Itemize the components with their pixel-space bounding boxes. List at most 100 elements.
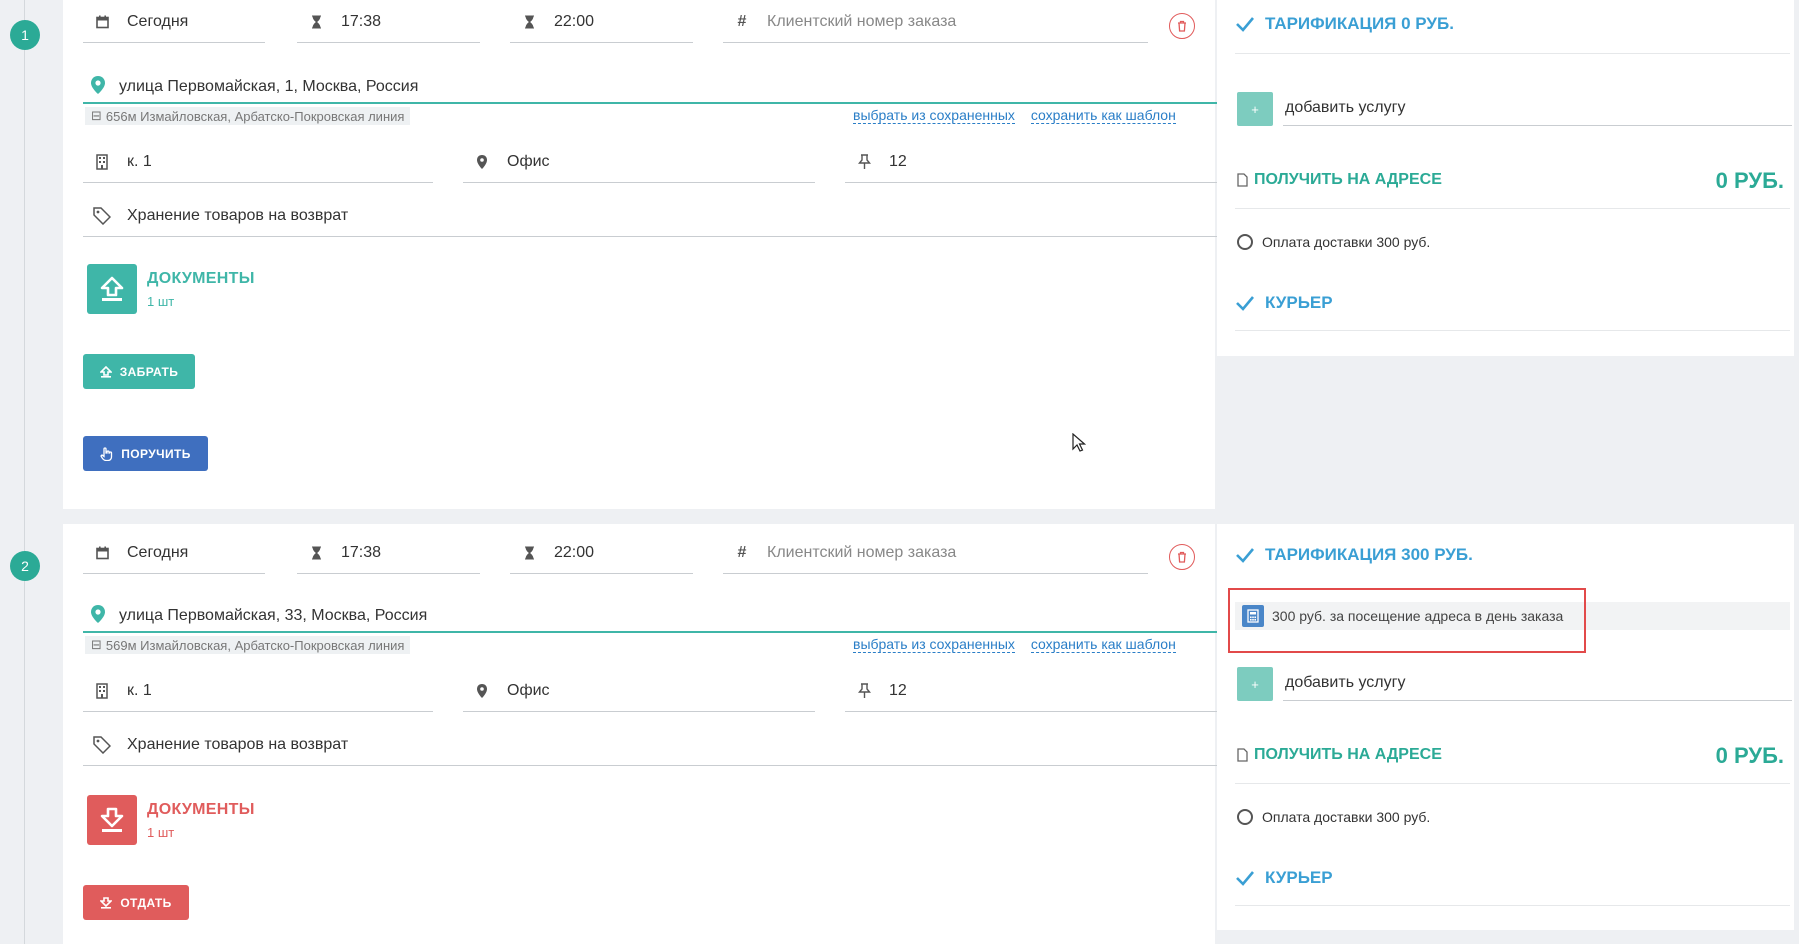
documents-count: 1 шт [147,294,175,309]
time-from-field[interactable]: 17:38 [297,2,480,43]
divider [1235,905,1790,906]
download-icon [100,807,124,832]
divider [1235,330,1790,331]
courier-section[interactable]: КУРЬЕР [1235,868,1333,888]
payment-option-radio[interactable]: Оплата доставки 300 руб. [1237,234,1430,250]
save-template-link[interactable]: сохранить как шаблон [1030,107,1176,124]
mouse-cursor-icon [1072,432,1087,458]
divider [1235,53,1790,54]
highlight-box [1228,588,1586,653]
hourglass-icon [520,546,538,560]
documents-upload-button[interactable] [87,264,137,314]
documents-download-button[interactable] [87,795,137,845]
check-icon [1236,17,1254,32]
location-icon [473,684,491,698]
order-card-1: Сегодня 17:38 22:00 # Клиентский номер з… [63,0,1258,509]
time-to-field[interactable]: 22:00 [510,533,693,574]
hourglass-icon [520,15,538,29]
tariff-panel-1: ТАРИФИКАЦИЯ 0 РУБ. + добавить услугу ПОЛ… [1217,0,1794,356]
map-pin-icon [91,75,105,99]
hourglass-icon [307,15,325,29]
pushpin-icon [855,683,873,699]
address-links: выбрать из сохраненных сохранить как шаб… [841,107,1176,124]
check-icon [1236,548,1254,563]
payment-option-radio[interactable]: Оплата доставки 300 руб. [1237,809,1430,825]
date-field[interactable]: Сегодня [83,533,265,574]
radio-button[interactable] [1237,809,1253,825]
choose-saved-link[interactable]: выбрать из сохраненных [853,636,1015,653]
delete-order-button[interactable] [1169,13,1195,39]
courier-section[interactable]: КУРЬЕР [1235,293,1333,313]
trash-icon [1178,20,1186,32]
hand-icon [100,446,113,461]
radio-button[interactable] [1237,234,1253,250]
bus-icon: ⊟ [91,637,102,652]
receive-at-address[interactable]: ПОЛУЧИТЬ НА АДРЕСЕ [1237,746,1442,764]
metro-info: ⊟ 656м Измайловская, Арбатско-Покровская… [85,107,411,125]
check-icon [1236,296,1254,311]
date-field[interactable]: Сегодня [83,2,265,43]
add-service-button[interactable]: + [1237,92,1273,126]
give-button[interactable]: ОТДАТЬ [83,885,189,920]
receive-amount: 0 РУБ. [1715,743,1784,768]
step-number-1: 1 [10,20,40,50]
plus-icon: + [1251,101,1259,117]
address-input[interactable]: улица Первомайская, 1, Москва, Россия ✕ [83,72,1258,104]
comment-textarea[interactable]: Хранение товаров на возврат ◢ [83,725,1258,766]
building-field[interactable]: к. 1 [83,142,433,183]
tariff-title[interactable]: ТАРИФИКАЦИЯ 300 РУБ. [1235,545,1473,565]
receive-at-address[interactable]: ПОЛУЧИТЬ НА АДРЕСЕ [1237,171,1442,189]
comment-textarea[interactable]: Хранение товаров на возврат ◢ [83,196,1258,237]
metro-info: ⊟ 569м Измайловская, Арбатско-Покровская… [85,636,411,654]
hourglass-icon [307,546,325,560]
hash-icon: # [737,13,747,30]
time-from-field[interactable]: 17:38 [297,533,480,574]
documents-count: 1 шт [147,825,175,840]
add-service-input[interactable]: добавить услугу [1283,666,1792,701]
document-icon [1237,748,1248,762]
floor-field[interactable]: 12 [845,671,1245,712]
check-icon [1236,871,1254,886]
map-pin-icon [91,604,105,628]
receive-amount: 0 РУБ. [1715,168,1784,193]
pickup-button[interactable]: ЗАБРАТЬ [83,354,195,389]
address-links: выбрать из сохраненных сохранить как шаб… [841,636,1176,653]
delete-order-button[interactable] [1169,544,1195,570]
client-order-number-input[interactable]: # Клиентский номер заказа [723,2,1148,43]
tag-icon [93,736,111,754]
document-icon [1237,173,1248,187]
tariff-title[interactable]: ТАРИФИКАЦИЯ 0 РУБ. [1235,14,1454,34]
divider [1235,208,1790,209]
client-order-number-input[interactable]: # Клиентский номер заказа [723,533,1148,574]
assign-button[interactable]: ПОРУЧИТЬ [83,436,208,471]
time-to-field[interactable]: 22:00 [510,2,693,43]
upload-icon [100,276,124,301]
office-field[interactable]: Офис [463,671,815,712]
floor-field[interactable]: 12 [845,142,1245,183]
divider [1235,783,1790,784]
save-template-link[interactable]: сохранить как шаблон [1030,636,1176,653]
building-field[interactable]: к. 1 [83,671,433,712]
building-icon [93,683,111,699]
plus-icon: + [1251,676,1259,692]
hash-icon: # [737,544,747,561]
timeline-line [24,0,25,944]
documents-title[interactable]: ДОКУМЕНТЫ [147,270,255,288]
tag-icon [93,207,111,225]
calendar-icon [93,15,111,29]
location-icon [473,155,491,169]
address-input[interactable]: улица Первомайская, 33, Москва, Россия ✕ [83,601,1258,633]
choose-saved-link[interactable]: выбрать из сохраненных [853,107,1015,124]
order-card-2: Сегодня 17:38 22:00 # Клиентский номер з… [63,524,1258,944]
office-field[interactable]: Офис [463,142,815,183]
bus-icon: ⊟ [91,108,102,123]
upload-icon [99,365,112,378]
add-service-button[interactable]: + [1237,667,1273,701]
add-service-input[interactable]: добавить услугу [1283,91,1792,126]
building-icon [93,154,111,170]
pushpin-icon [855,154,873,170]
documents-title[interactable]: ДОКУМЕНТЫ [147,801,255,819]
step-number-2: 2 [10,551,40,581]
download-icon [100,896,113,909]
calendar-icon [93,546,111,560]
